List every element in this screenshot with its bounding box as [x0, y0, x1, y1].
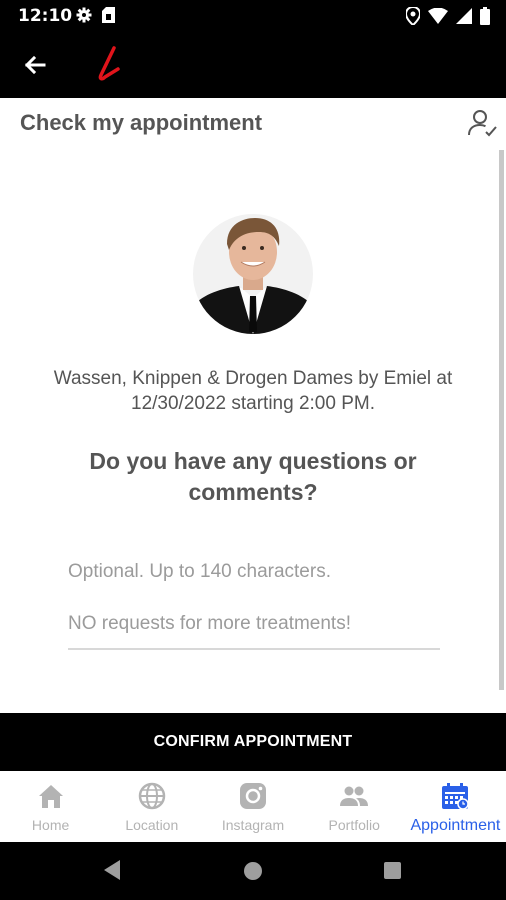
bottom-nav: Home Location Instagram Portfolio Appoin…: [0, 771, 506, 842]
scrollbar[interactable]: [499, 150, 504, 690]
avatar: [193, 214, 313, 334]
arrow-left-icon[interactable]: [20, 50, 50, 80]
comments-question: Do you have any questions or comments?: [89, 448, 417, 505]
status-right-icons: [406, 7, 490, 25]
nav-label-home: Home: [31, 817, 70, 833]
brand-logo-icon[interactable]: [92, 44, 122, 84]
confirm-appointment-button[interactable]: CONFIRM APPOINTMENT: [0, 713, 506, 771]
globe-icon: [138, 782, 166, 810]
comment-field[interactable]: [68, 546, 440, 650]
sim-card-icon: [102, 7, 115, 23]
system-nav: [0, 842, 506, 900]
account-check-icon[interactable]: [468, 108, 498, 138]
nav-item-location[interactable]: Location: [101, 771, 202, 842]
recents-square-icon[interactable]: [384, 862, 401, 879]
appointment-description: Wassen, Knippen & Drogen Dames by Emiel …: [53, 368, 453, 414]
status-left-icons: [76, 7, 115, 23]
status-time: 12:10: [18, 6, 73, 26]
home-circle-icon[interactable]: [244, 862, 262, 880]
nav-label-appointment: Appointment: [410, 817, 501, 834]
nav-item-portfolio[interactable]: Portfolio: [304, 771, 405, 842]
app-bar: [0, 32, 506, 98]
content-area: Check my appointment Wassen, Knippen & D…: [0, 98, 506, 713]
nav-item-appointment[interactable]: Appointment: [405, 771, 506, 842]
battery-icon: [480, 7, 490, 25]
home-icon: [38, 785, 63, 808]
back-triangle-icon[interactable]: [102, 859, 122, 881]
status-bar: 12:10: [0, 0, 506, 32]
location-icon: [406, 7, 420, 25]
page-title: Check my appointment: [20, 110, 263, 135]
wifi-icon: [428, 8, 448, 24]
signal-icon: [456, 8, 472, 24]
gear-icon: [76, 7, 92, 23]
people-icon: [340, 786, 369, 806]
nav-label-location: Location: [125, 817, 179, 833]
nav-label-instagram: Instagram: [221, 817, 285, 833]
calendar-icon: [442, 783, 470, 810]
nav-item-home[interactable]: Home: [0, 771, 101, 842]
nav-item-instagram[interactable]: Instagram: [202, 771, 303, 842]
nav-label-portfolio: Portfolio: [328, 817, 380, 833]
instagram-icon: [240, 783, 266, 809]
